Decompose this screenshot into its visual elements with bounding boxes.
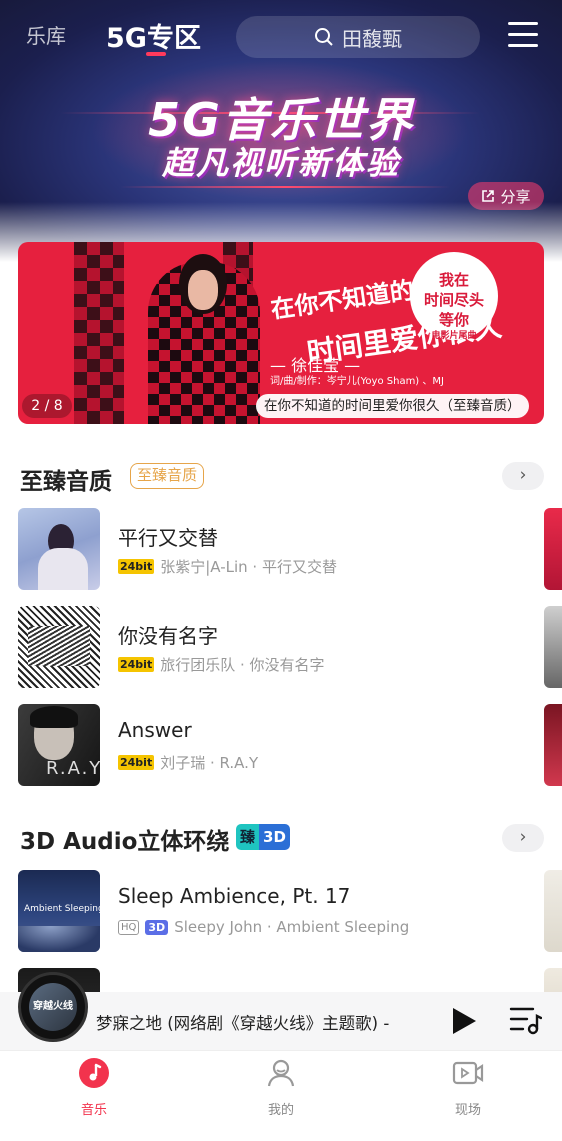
bottom-nav: 音乐 我的 现场 xyxy=(0,1050,562,1141)
song-item[interactable]: Ambient Sleeping Sleep Ambience, Pt. 17 … xyxy=(18,870,538,952)
more-button-3d[interactable]: › xyxy=(502,824,544,852)
song-artist: 张紫宁|A-Lin · 平行又交替 xyxy=(160,558,337,576)
quality-tag-24bit: 24bit xyxy=(118,559,155,574)
side-peek-cover[interactable] xyxy=(544,508,562,590)
share-icon xyxy=(482,190,495,202)
3d-badge-right: 3D xyxy=(259,824,290,850)
song-meta: 24bit 旅行团乐队 · 你没有名字 xyxy=(118,654,325,675)
bottom-tab-label: 音乐 xyxy=(80,1103,107,1118)
search-icon xyxy=(315,28,333,46)
banner-art-text: 在你不知道的 xyxy=(269,276,416,324)
song-cover xyxy=(18,606,100,688)
banner-pattern xyxy=(74,242,124,424)
search-placeholder: 田馥甄 xyxy=(342,26,402,51)
tab-indicator xyxy=(146,52,166,56)
song-cover xyxy=(18,508,100,590)
cover-text: R.A.Y xyxy=(46,758,100,779)
quality-tag-24bit: 24bit xyxy=(118,755,155,770)
side-peek-cover[interactable] xyxy=(544,870,562,952)
hq-badge: 至臻音质 xyxy=(130,463,205,489)
song-meta: 24bit 刘子瑞 · R.A.Y xyxy=(118,752,258,773)
song-artist: Sleepy John · Ambient Sleeping xyxy=(174,918,410,936)
bottom-tab-live[interactable]: 现场 xyxy=(428,1057,508,1118)
quality-tag-24bit: 24bit xyxy=(118,657,155,672)
more-button-hq[interactable]: › xyxy=(502,462,544,490)
bottom-tab-music[interactable]: 音乐 xyxy=(54,1057,134,1118)
bottom-tab-label: 我的 xyxy=(267,1103,294,1118)
cover-text: Ambient Sleeping xyxy=(24,904,100,914)
quality-tag-3d: 3D xyxy=(145,919,169,935)
song-cover: Ambient Sleeping xyxy=(18,870,100,952)
song-artist: 刘子瑞 · R.A.Y xyxy=(160,754,259,772)
section-title-3d: 3D Audio立体环绕 xyxy=(20,829,230,855)
tab-library[interactable]: 乐库 xyxy=(26,20,66,49)
song-item[interactable]: 平行又交替 24bit 张紫宁|A-Lin · 平行又交替 xyxy=(18,508,538,590)
top-nav: 乐库 5G专区 田馥甄 xyxy=(0,0,562,72)
hero-subtitle: 超凡视听新体验 xyxy=(161,144,400,182)
bottom-tab-label: 现场 xyxy=(454,1103,481,1118)
banner-credit: 词/曲/制作：岑宁儿(Yoyo Sham) 、MJ xyxy=(270,376,444,387)
song-title: Sleep Ambience, Pt. 17 xyxy=(118,884,351,908)
song-cover: R.A.Y xyxy=(18,704,100,786)
play-icon[interactable] xyxy=(450,1006,478,1036)
user-icon xyxy=(267,1059,295,1087)
playlist-icon[interactable] xyxy=(508,1004,542,1036)
song-title: 你没有名字 xyxy=(118,624,218,648)
quality-tag-hq: HQ xyxy=(118,919,140,935)
side-peek-cover[interactable] xyxy=(544,606,562,688)
side-peek-cover[interactable] xyxy=(544,704,562,786)
section-title-hq: 至臻音质 xyxy=(20,469,112,495)
player-cover: 穿越火线 xyxy=(29,983,77,1031)
song-meta: 24bit 张紫宁|A-Lin · 平行又交替 xyxy=(118,556,337,577)
song-item[interactable]: 你没有名字 24bit 旅行团乐队 · 你没有名字 xyxy=(18,606,538,688)
3d-badge: 臻 3D xyxy=(236,824,290,850)
player-song-title[interactable]: 梦寐之地 (网络剧《穿越火线》主题歌) - xyxy=(96,1010,396,1034)
song-artist: 旅行团乐队 · 你没有名字 xyxy=(160,656,325,674)
song-item[interactable]: R.A.Y Answer 24bit 刘子瑞 · R.A.Y xyxy=(18,704,538,786)
bottom-tab-mine[interactable]: 我的 xyxy=(241,1057,321,1118)
song-title: Answer xyxy=(118,718,192,742)
hero-streak xyxy=(120,186,450,188)
song-title: 平行又交替 xyxy=(118,526,218,550)
banner-caption: 在你不知道的时间里爱你很久（至臻音质） xyxy=(256,394,529,418)
banner-artist-face xyxy=(188,270,218,310)
video-icon xyxy=(452,1061,484,1085)
3d-badge-left: 臻 xyxy=(236,824,260,850)
carousel-page-indicator: 2 / 8 xyxy=(22,394,72,418)
tab-5g-zone[interactable]: 5G专区 xyxy=(106,16,201,55)
banner-seal: 我在 时间尽头 等你 电影片尾曲 xyxy=(410,252,498,341)
menu-icon[interactable] xyxy=(508,22,538,48)
music-note-icon xyxy=(79,1058,109,1088)
search-input[interactable]: 田馥甄 xyxy=(236,16,480,58)
song-meta: HQ 3D Sleepy John · Ambient Sleeping xyxy=(118,918,409,936)
player-disc[interactable]: 穿越火线 xyxy=(18,972,88,1042)
